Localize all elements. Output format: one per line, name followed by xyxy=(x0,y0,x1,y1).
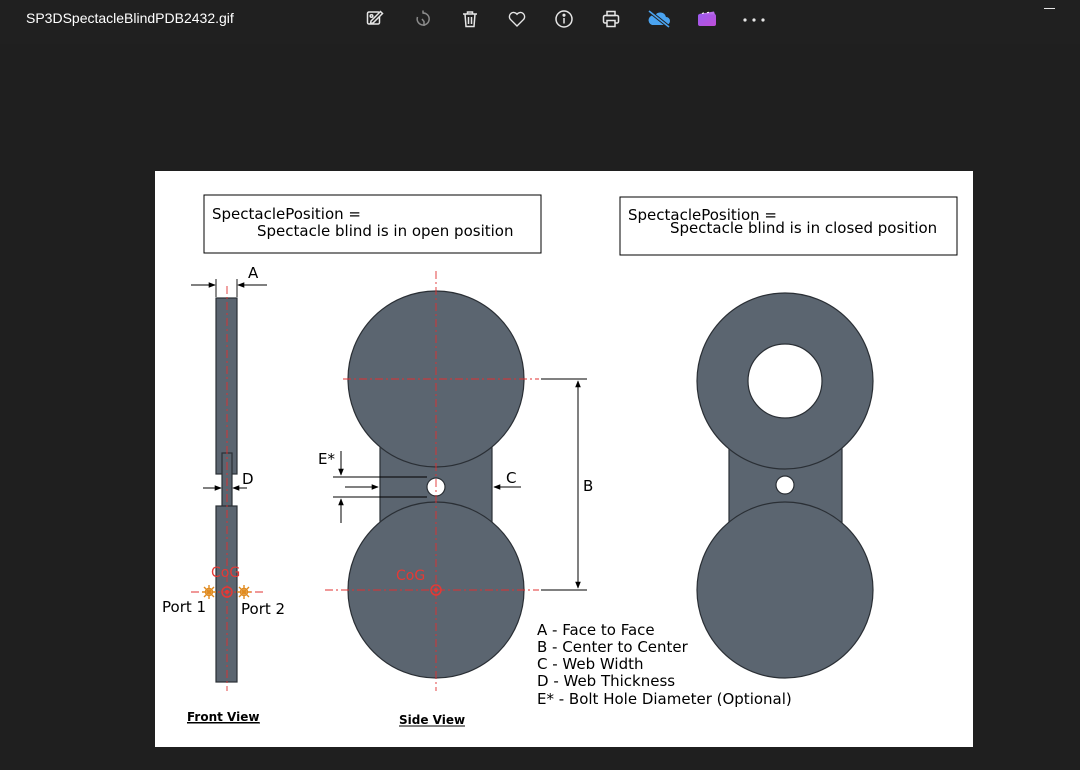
info-icon[interactable] xyxy=(551,6,577,32)
open-position-box: SpectaclePosition = Spectacle blind is i… xyxy=(203,194,542,254)
closed-position-box: SpectaclePosition = Spectacle blind is i… xyxy=(619,196,958,256)
front-view: A D CoG Port 1 Port 2 xyxy=(162,264,285,691)
legend-item: D - Web Thickness xyxy=(537,672,675,690)
side-view-label: Side View xyxy=(399,713,465,727)
open-box-line2: Spectacle blind is in open position xyxy=(257,222,513,240)
closed-position-view xyxy=(696,292,874,679)
spectacle-blind-drawing: SpectaclePosition = Spectacle blind is i… xyxy=(162,194,958,727)
closed-box-line2: Spectacle blind is in closed position xyxy=(670,219,937,237)
edit-image-icon[interactable] xyxy=(362,6,388,32)
legend-item: B - Center to Center xyxy=(537,638,689,656)
port1-label: Port 1 xyxy=(162,598,206,616)
dim-e-label: E* xyxy=(318,450,335,468)
image-canvas: SpectaclePosition = Spectacle blind is i… xyxy=(155,171,973,747)
side-cog-label: CoG xyxy=(396,568,425,584)
print-icon[interactable] xyxy=(598,6,624,32)
title-bar: SP3DSpectacleBlindPDB2432.gif xyxy=(0,0,1080,44)
favorite-heart-icon[interactable] xyxy=(504,6,530,32)
front-view-label: Front View xyxy=(187,710,259,724)
rotate-icon[interactable] xyxy=(410,6,436,32)
legend-item: C - Web Width xyxy=(537,655,643,673)
port2-label: Port 2 xyxy=(241,600,285,618)
open-box-line1: SpectaclePosition = xyxy=(212,205,361,223)
port2-marker xyxy=(237,585,251,599)
window-title: SP3DSpectacleBlindPDB2432.gif xyxy=(26,10,234,26)
dim-a-label: A xyxy=(248,264,259,282)
legend-item: A - Face to Face xyxy=(537,621,655,639)
dim-b-label: B xyxy=(583,477,593,495)
onedrive-offline-icon[interactable] xyxy=(646,6,672,32)
legend-item: E* - Bolt Hole Diameter (Optional) xyxy=(537,690,792,708)
clipchamp-video-icon[interactable] xyxy=(694,6,720,32)
dim-c-label: C xyxy=(506,469,516,487)
front-cog-label: CoG xyxy=(211,565,240,581)
dim-d-label: D xyxy=(242,470,254,488)
port1-marker xyxy=(202,585,216,599)
delete-icon[interactable] xyxy=(457,6,483,32)
minimize-button[interactable] xyxy=(1040,0,1060,20)
more-options-icon[interactable] xyxy=(741,6,767,32)
